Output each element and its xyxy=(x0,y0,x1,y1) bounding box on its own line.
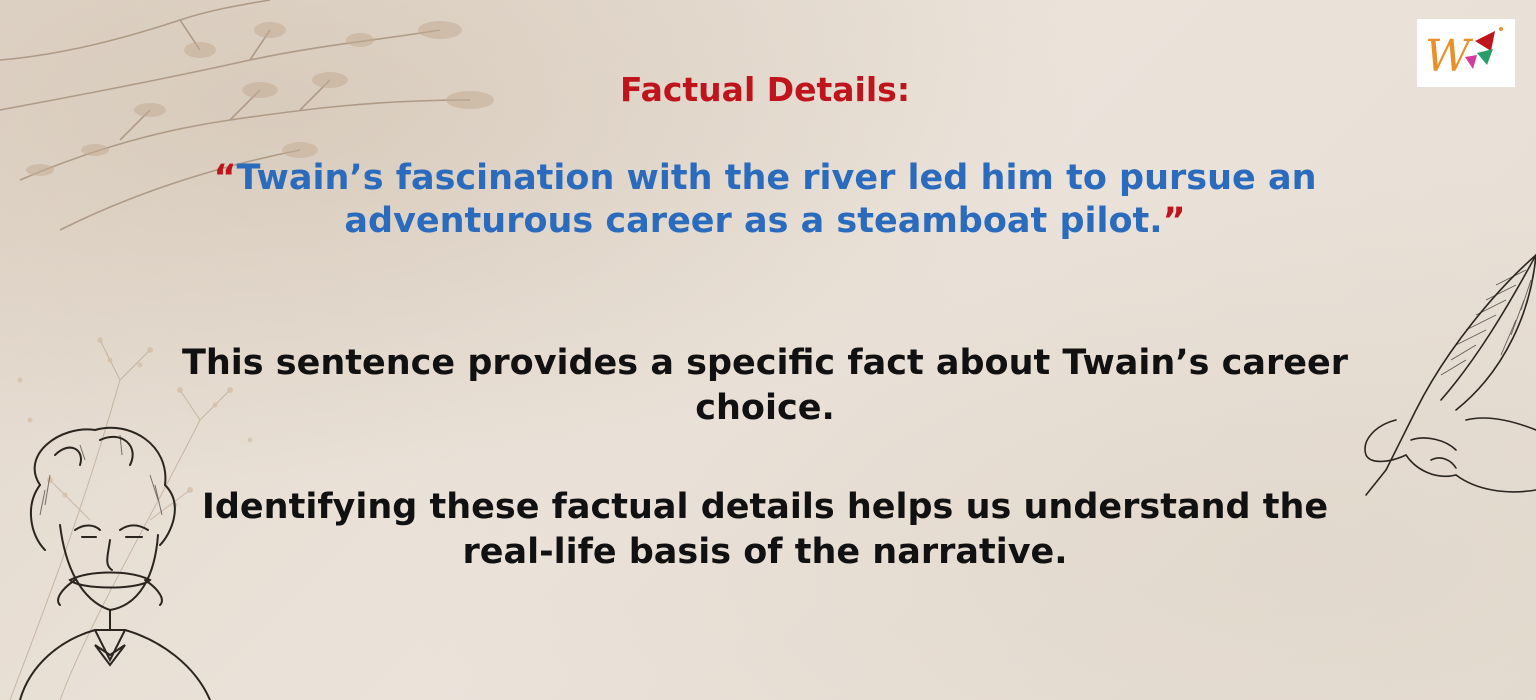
w-letter-logo-icon: W xyxy=(1425,27,1503,82)
explanation-paragraph-1: This sentence provides a specific fact a… xyxy=(140,341,1390,431)
paragraph-2-line-2: real-life basis of the narrative. xyxy=(462,532,1068,572)
slide-heading: Factual Details: xyxy=(140,68,1390,112)
quote-line-1: “Twain’s fascination with the river led … xyxy=(140,157,1390,200)
paragraph-1-line-2: choice. xyxy=(695,388,835,428)
quote-line-2: adventurous career as a steamboat pilot.… xyxy=(140,200,1390,243)
svg-text:W: W xyxy=(1425,31,1474,82)
brand-logo: W xyxy=(1417,19,1515,87)
quote-close-mark: ” xyxy=(1162,201,1186,241)
paragraph-1-line-1: This sentence provides a specific fact a… xyxy=(181,343,1348,383)
explanation-paragraph-2: Identifying these factual details helps … xyxy=(140,485,1390,575)
heading-text: Factual Details: xyxy=(619,70,911,109)
paragraph-2-line-1: Identifying these factual details helps … xyxy=(201,487,1329,527)
quote-text-line-1: Twain’s fascination with the river led h… xyxy=(236,158,1317,198)
quote-open-mark: “ xyxy=(213,158,237,198)
quote-text-line-2: adventurous career as a steamboat pilot. xyxy=(344,201,1163,241)
quote-block: “Twain’s fascination with the river led … xyxy=(140,157,1390,243)
